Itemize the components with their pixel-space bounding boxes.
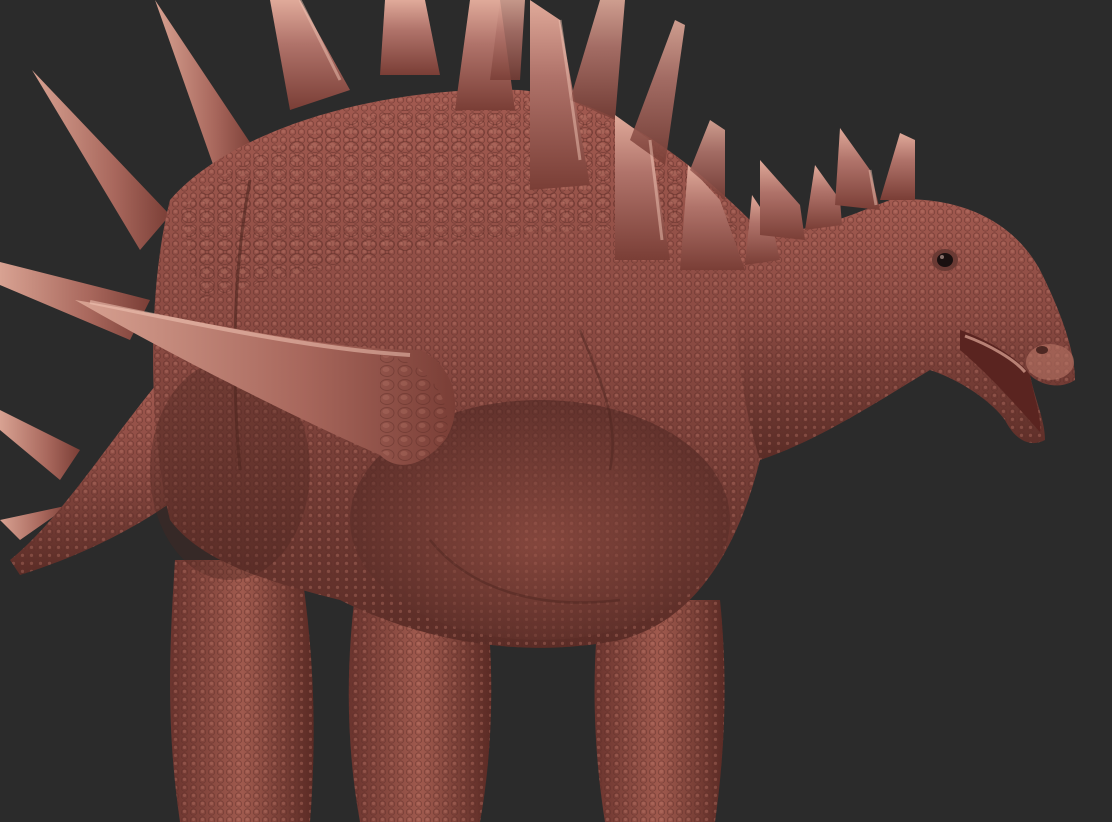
dinosaur-render: [0, 0, 1112, 822]
hind-leg: [170, 560, 314, 822]
viewport-canvas[interactable]: [0, 0, 1112, 822]
eye-icon: [932, 249, 958, 271]
